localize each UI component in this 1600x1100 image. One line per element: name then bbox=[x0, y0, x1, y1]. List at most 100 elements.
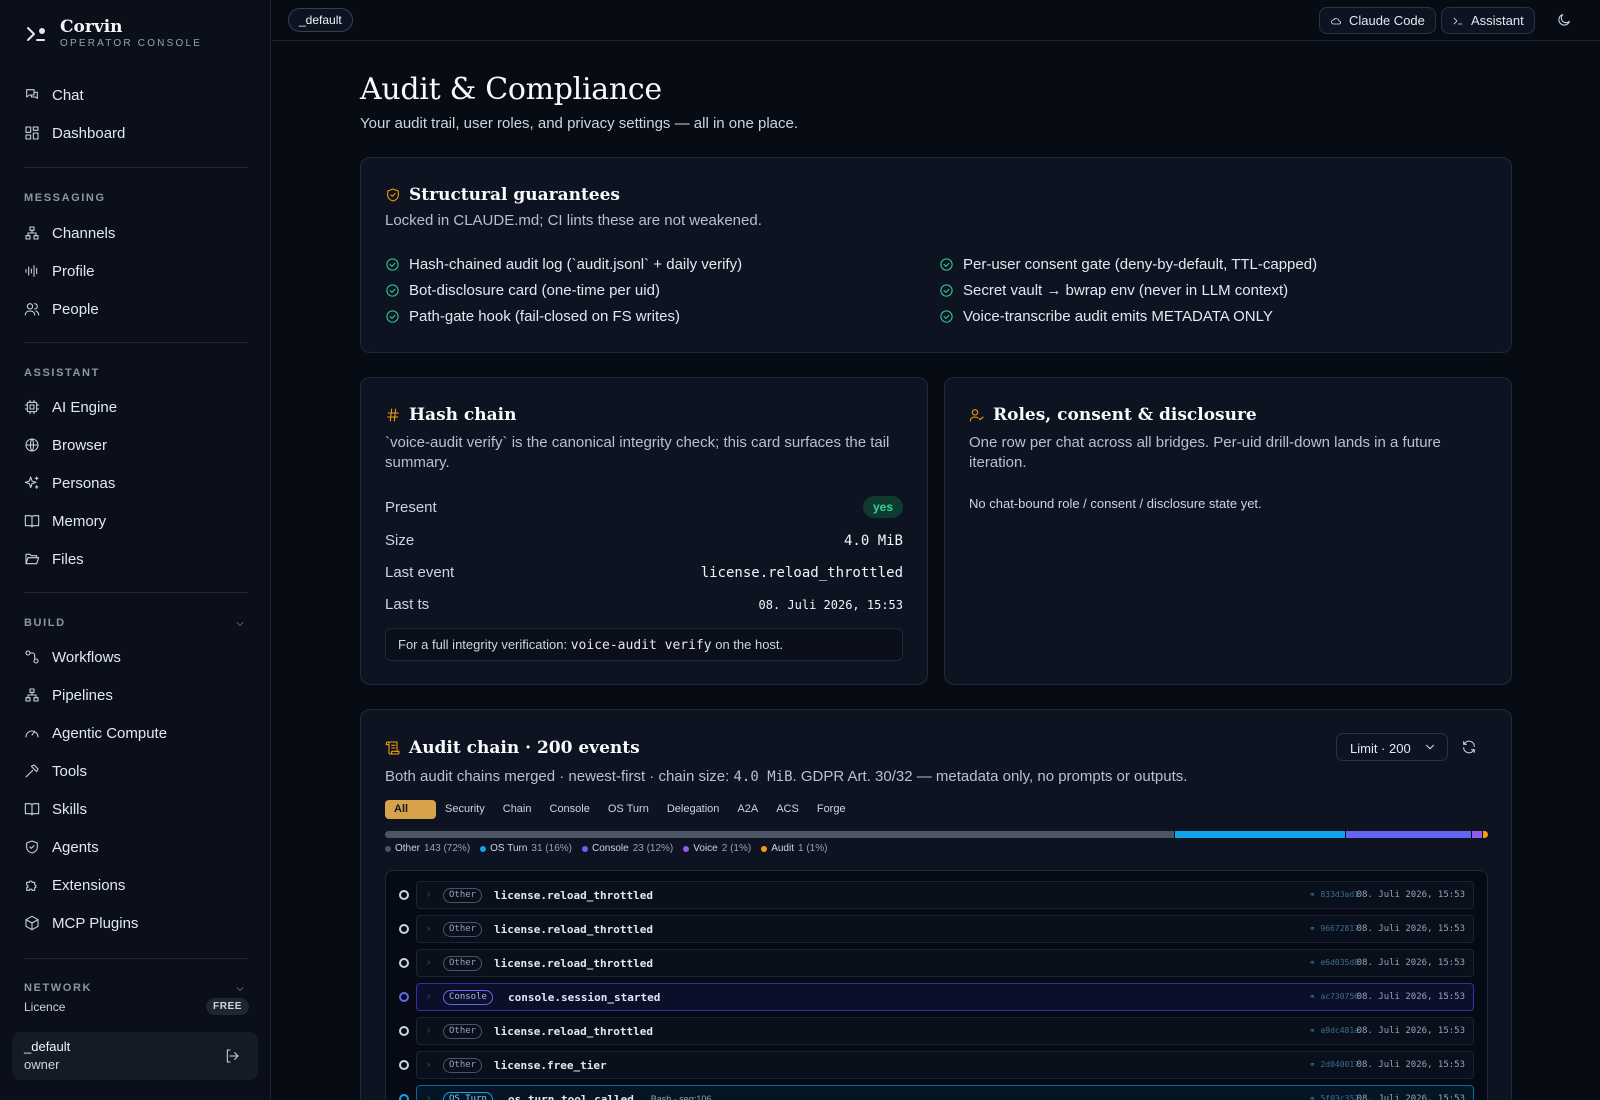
size-value: 4.0 MiB bbox=[843, 533, 903, 549]
filter-tab-acs[interactable]: ACS bbox=[767, 800, 808, 819]
filter-tab-chain[interactable]: Chain bbox=[494, 800, 541, 819]
chevron-right-icon[interactable]: › bbox=[427, 923, 430, 934]
sidebar-item-browser[interactable]: Browser bbox=[24, 430, 248, 460]
sidebar-item-files[interactable]: Files bbox=[24, 544, 248, 574]
sidebar-item-profile[interactable]: Profile bbox=[24, 256, 248, 286]
assistant-label: Assistant bbox=[1471, 13, 1524, 28]
guarantee-text: Secret vault → bwrap env (never in LLM c… bbox=[963, 282, 1289, 299]
limit-select[interactable]: Limit · 200 bbox=[1336, 733, 1448, 761]
sidebar-item-dashboard[interactable]: Dashboard bbox=[24, 118, 248, 148]
chevron-down-icon[interactable] bbox=[234, 983, 246, 995]
filter-tab-console[interactable]: Console bbox=[541, 800, 599, 819]
network-icon bbox=[24, 687, 40, 703]
sidebar-item-skills[interactable]: Skills bbox=[24, 794, 248, 824]
assistant-button[interactable]: Assistant bbox=[1441, 7, 1535, 34]
sidebar-item-mcp-plugins[interactable]: MCP Plugins bbox=[24, 908, 248, 938]
sidebar-item-workflows[interactable]: Workflows bbox=[24, 642, 248, 672]
event-name: license.free_tier bbox=[494, 1059, 607, 1072]
filter-tab-all[interactable]: All bbox=[385, 800, 436, 819]
audit-chain-title-text: Audit chain · 200 events bbox=[409, 738, 640, 758]
filter-tab-os-turn[interactable]: OS Turn bbox=[599, 800, 658, 819]
guarantees-title-text: Structural guarantees bbox=[409, 185, 621, 205]
verify-note: For a full integrity verification: voice… bbox=[385, 628, 903, 661]
legend-item: Console 23 (12%) bbox=[581, 843, 673, 854]
event-row[interactable]: › Other license.free_tier ⚭ 2d040017 08. Jul… bbox=[416, 1051, 1474, 1079]
event-row[interactable]: › Other license.reload_throttled ⚭ 96672817… bbox=[416, 915, 1474, 943]
event-timestamp: 08. Juli 2026, 15:53 bbox=[1356, 1094, 1465, 1100]
sidebar-item-personas[interactable]: Personas bbox=[24, 468, 248, 498]
claude-code-button[interactable]: Claude Code bbox=[1319, 7, 1436, 34]
legend-label: Voice bbox=[693, 843, 718, 854]
section-title-network: NETWORK bbox=[24, 982, 93, 994]
workspace-selector[interactable]: _default bbox=[288, 8, 353, 32]
sidebar-item-agents[interactable]: Agents bbox=[24, 832, 248, 862]
filter-tab-a2a[interactable]: A2A bbox=[728, 800, 767, 819]
timeline-dot bbox=[399, 958, 409, 968]
divider bbox=[24, 958, 248, 959]
sidebar-item-label: Channels bbox=[52, 224, 116, 242]
filter-tab-security[interactable]: Security bbox=[436, 800, 494, 819]
gauge-icon bbox=[24, 725, 40, 741]
shield-check-icon bbox=[24, 839, 40, 855]
event-row[interactable]: › OS Turn os.turn.tool_called Bash · seq:10… bbox=[416, 1085, 1474, 1100]
cloud-icon bbox=[1330, 15, 1342, 27]
sidebar-item-people[interactable]: People bbox=[24, 294, 248, 324]
filter-tabs: All Security Chain Console OS Turn Deleg… bbox=[385, 800, 855, 819]
filter-tab-forge[interactable]: Forge bbox=[808, 800, 855, 819]
sidebar-item-pipelines[interactable]: Pipelines bbox=[24, 680, 248, 710]
sidebar-item-label: Tools bbox=[52, 762, 88, 780]
sidebar-item-channels[interactable]: Channels bbox=[24, 218, 248, 248]
event-list: › Other license.reload_throttled ⚭ 833d3ad1… bbox=[385, 870, 1488, 1100]
roles-title-text: Roles, consent & disclosure bbox=[993, 405, 1257, 425]
chevron-right-icon[interactable]: › bbox=[427, 1093, 430, 1100]
brand-subtitle: OPERATOR CONSOLE bbox=[60, 38, 203, 49]
audit-chain-desc: Both audit chains merged · newest-first … bbox=[385, 767, 1187, 787]
sparkles-icon bbox=[24, 475, 40, 491]
sidebar-item-label: Skills bbox=[52, 800, 88, 818]
timeline-dot bbox=[399, 1060, 409, 1070]
distribution-segment bbox=[385, 831, 1174, 838]
guarantees-card: Structural guarantees Locked in CLAUDE.m… bbox=[360, 157, 1512, 353]
sidebar-item-agentic-compute[interactable]: Agentic Compute bbox=[24, 718, 248, 748]
divider bbox=[24, 342, 248, 343]
licence-label: Licence bbox=[24, 1000, 66, 1014]
refresh-icon[interactable] bbox=[1461, 739, 1477, 755]
sidebar-item-label: Agentic Compute bbox=[52, 724, 168, 742]
chevron-down-icon[interactable] bbox=[234, 618, 246, 630]
event-row[interactable]: › Other license.reload_throttled ⚭ 833d3ad1… bbox=[416, 881, 1474, 909]
filter-tab-delegation[interactable]: Delegation bbox=[658, 800, 729, 819]
sidebar-item-memory[interactable]: Memory bbox=[24, 506, 248, 536]
event-hash: ⚭ 5f03c352 bbox=[1308, 1094, 1359, 1100]
chevron-right-icon[interactable]: › bbox=[427, 1059, 430, 1070]
divider bbox=[24, 167, 248, 168]
logout-icon[interactable] bbox=[224, 1048, 240, 1064]
chevron-right-icon[interactable]: › bbox=[427, 889, 430, 900]
event-timestamp: 08. Juli 2026, 15:53 bbox=[1356, 1060, 1465, 1070]
moon-icon[interactable] bbox=[1556, 12, 1572, 28]
legend-count: 1 (1%) bbox=[797, 843, 828, 854]
note-prefix: For a full integrity verification: bbox=[398, 637, 568, 652]
sidebar-item-label: Agents bbox=[52, 838, 99, 856]
last-event-label: Last event bbox=[385, 564, 455, 581]
sidebar-item-chat[interactable]: Chat bbox=[24, 80, 248, 110]
desc-prefix: Both audit chains merged · newest-first … bbox=[385, 768, 730, 785]
sidebar-item-ai-engine[interactable]: AI Engine bbox=[24, 392, 248, 422]
network-icon bbox=[24, 225, 40, 241]
event-row[interactable]: › Other license.reload_throttled ⚭ e6d035d8… bbox=[416, 949, 1474, 977]
present-badge: yes bbox=[862, 496, 903, 518]
guarantee-item: Voice-transcribe audit emits METADATA ON… bbox=[939, 308, 1273, 325]
event-row[interactable]: › Other license.reload_throttled ⚭ a9dc481a… bbox=[416, 1017, 1474, 1045]
distribution-segment bbox=[1471, 831, 1483, 838]
event-tag: Other bbox=[443, 1058, 483, 1073]
chevron-right-icon[interactable]: › bbox=[427, 991, 430, 1002]
event-row[interactable]: › Console console.session_started ⚭ ac73075… bbox=[416, 983, 1474, 1011]
workflow-icon bbox=[24, 649, 40, 665]
brand[interactable]: Corvin OPERATOR CONSOLE bbox=[24, 18, 202, 49]
event-tag: Other bbox=[443, 1024, 483, 1039]
chevron-right-icon[interactable]: › bbox=[427, 1025, 430, 1036]
sidebar-item-tools[interactable]: Tools bbox=[24, 756, 248, 786]
guarantee-item: Hash-chained audit log (`audit.jsonl` + … bbox=[385, 256, 742, 273]
guarantee-item: Per-user consent gate (deny-by-default, … bbox=[939, 256, 1317, 273]
chevron-right-icon[interactable]: › bbox=[427, 957, 430, 968]
sidebar-item-extensions[interactable]: Extensions bbox=[24, 870, 248, 900]
